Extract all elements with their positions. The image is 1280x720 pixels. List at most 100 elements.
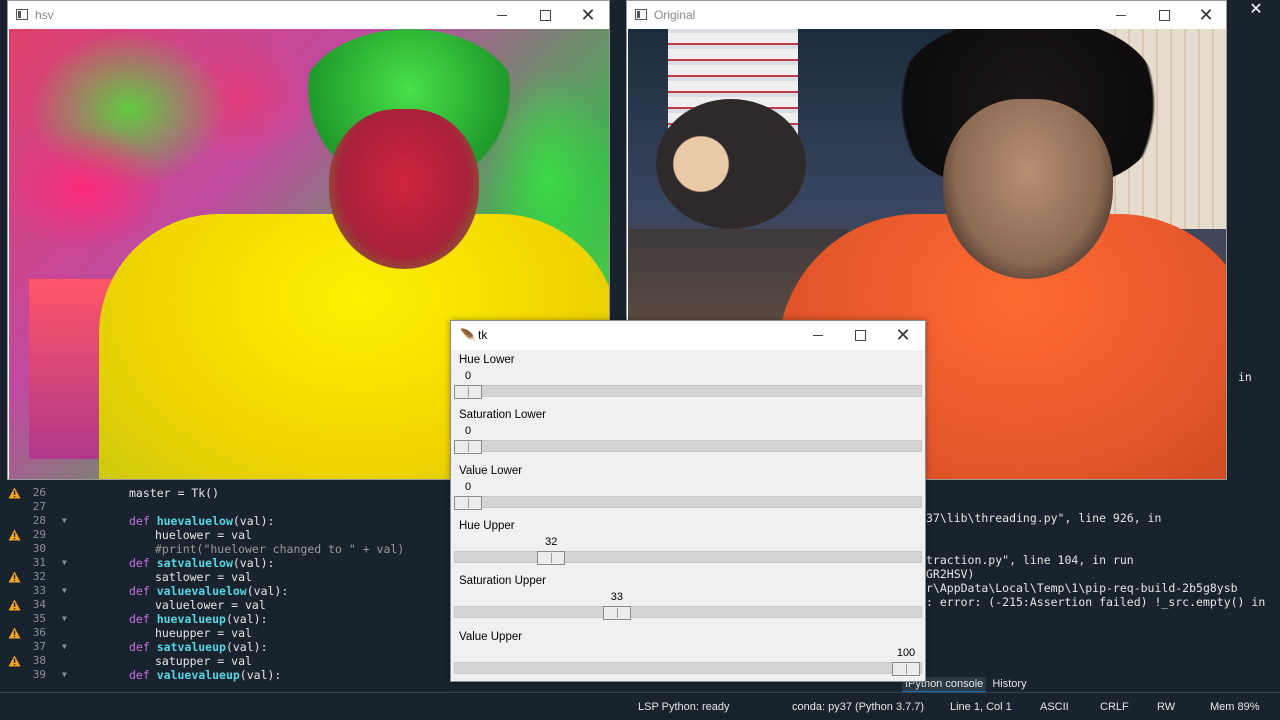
slider-track[interactable] — [454, 385, 922, 397]
slider-track[interactable] — [454, 495, 922, 508]
slider-group: Saturation Upper 33 — [451, 575, 927, 630]
window-icon — [16, 9, 28, 20]
minimize-icon — [813, 334, 823, 336]
slider-handle[interactable] — [602, 606, 631, 621]
close-button[interactable]: ✕ — [566, 1, 610, 29]
conda-status: conda: py37 (Python 3.7.7) — [792, 701, 925, 713]
slider-label: Value Lower — [459, 464, 523, 477]
close-icon: ✕ — [1198, 5, 1214, 25]
line-number: 33 — [32, 584, 46, 597]
maximize-button[interactable] — [838, 321, 882, 349]
slider-handle[interactable] — [454, 440, 482, 455]
slider-track[interactable] — [454, 440, 922, 453]
slider-handle[interactable] — [454, 385, 482, 399]
line-number: 35 — [32, 612, 46, 625]
close-icon: ✕ — [580, 5, 596, 25]
fold-arrow-icon[interactable]: ▼ — [62, 612, 67, 626]
line-number: 34 — [32, 598, 46, 611]
line-number: 38 — [32, 654, 46, 667]
lsp-status: LSP Python: ready — [638, 701, 730, 713]
line-number: 27 — [32, 500, 46, 513]
code-text: valuelower = val — [155, 598, 266, 612]
warning-icon[interactable] — [8, 487, 21, 499]
code-text: hueupper = val — [155, 626, 252, 640]
console-side-text: in — [1238, 370, 1252, 384]
warning-icon[interactable] — [8, 627, 21, 639]
fold-arrow-icon[interactable]: ▼ — [62, 640, 67, 654]
code-text: satlower = val — [155, 570, 252, 584]
line-number: 28 — [32, 514, 46, 527]
fold-arrow-icon[interactable]: ▼ — [62, 556, 67, 570]
minimize-button[interactable] — [1099, 1, 1143, 29]
line-number: 37 — [32, 640, 46, 653]
line-number: 31 — [32, 556, 46, 569]
original-titlebar[interactable]: Original ✕ — [627, 1, 1226, 29]
maximize-button[interactable] — [523, 1, 567, 29]
code-text: def satvalueup(val): — [129, 640, 268, 654]
warning-icon[interactable] — [8, 571, 21, 583]
slider-handle[interactable] — [892, 661, 920, 676]
slider-value: 0 — [464, 480, 472, 493]
warning-icon[interactable] — [8, 655, 21, 667]
close-button[interactable]: ✕ — [881, 321, 925, 349]
close-button[interactable]: ✕ — [1184, 1, 1228, 29]
eol-status: CRLF — [1100, 701, 1129, 713]
slider-group: Value Lower 0 — [451, 465, 927, 520]
window-icon — [635, 9, 647, 20]
slider-handle[interactable] — [537, 550, 566, 565]
memory-status: Mem 89% — [1210, 701, 1260, 713]
rw-status: RW — [1157, 701, 1176, 713]
line-number: 26 — [32, 486, 46, 499]
console-line: r\AppData\Local\Temp\1\pip-req-build-2b5… — [926, 581, 1238, 595]
encoding-status: ASCII — [1040, 701, 1069, 713]
code-text: def huevaluelow(val): — [129, 514, 275, 528]
hsv-window-title: hsv — [35, 8, 54, 22]
minimize-button[interactable] — [796, 321, 840, 349]
slider-label: Saturation Lower — [459, 409, 546, 422]
tk-titlebar[interactable]: 🪶 tk ✕ — [451, 321, 925, 350]
slider-handle[interactable] — [454, 495, 482, 510]
slider-track[interactable] — [454, 661, 922, 674]
cursor-position: Line 1, Col 1 — [950, 701, 1012, 713]
slider-value: 32 — [545, 535, 558, 548]
line-number: 29 — [32, 528, 46, 541]
code-text: def valuevaluelow(val): — [129, 584, 289, 598]
code-text: satupper = val — [155, 654, 252, 668]
fold-arrow-icon[interactable]: ▼ — [62, 668, 67, 682]
slider-group: Saturation Lower 0 — [451, 409, 927, 464]
code-text: def huevalueup(val): — [129, 612, 268, 626]
hsv-titlebar[interactable]: hsv ✕ — [8, 1, 609, 29]
tk-window-title: tk — [478, 328, 488, 342]
minimize-button[interactable] — [480, 1, 524, 29]
slider-group: Hue Upper 32 — [451, 520, 927, 575]
background-close-button[interactable]: ✕ — [1236, 0, 1276, 20]
slider-track[interactable] — [454, 550, 922, 563]
code-text: def valuevalueup(val): — [129, 668, 282, 682]
close-icon: ✕ — [1249, 1, 1263, 18]
slider-value: 100 — [896, 646, 916, 659]
slider-label: Value Upper — [459, 630, 523, 643]
minimize-icon — [1116, 14, 1126, 16]
slider-value: 33 — [610, 591, 624, 604]
minimize-icon — [497, 14, 507, 16]
slider-label: Hue Upper — [459, 519, 515, 532]
tab-history[interactable]: History — [989, 677, 1029, 691]
slider-group: Value Upper 100 — [451, 631, 927, 686]
slider-track[interactable] — [454, 606, 922, 619]
line-number: 36 — [32, 626, 46, 639]
console-line: GR2HSV) — [926, 567, 975, 581]
warning-icon[interactable] — [8, 599, 21, 611]
line-number: 32 — [32, 570, 46, 583]
fold-arrow-icon[interactable]: ▼ — [62, 514, 67, 528]
console-line: 37\lib\threading.py", line 926, in — [926, 511, 1162, 525]
line-number: 39 — [32, 668, 46, 681]
warning-icon[interactable] — [8, 529, 21, 541]
maximize-button[interactable] — [1142, 1, 1186, 29]
original-window-title: Original — [654, 8, 696, 22]
slider-group: Hue Lower 0 — [451, 354, 927, 409]
code-text: huelower = val — [155, 528, 252, 542]
maximize-icon — [539, 9, 551, 21]
code-text: #print("huelower changed to " + val) — [155, 542, 405, 556]
fold-arrow-icon[interactable]: ▼ — [62, 584, 67, 598]
slider-label: Saturation Upper — [459, 575, 546, 588]
